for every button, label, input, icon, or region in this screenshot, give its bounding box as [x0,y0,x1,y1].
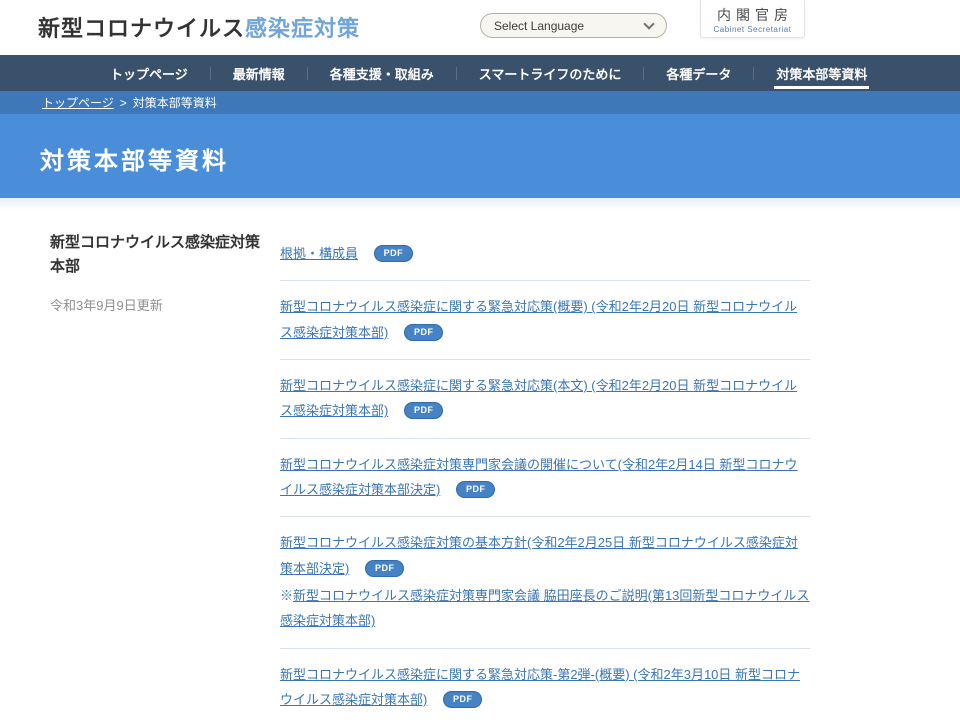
pdf-badge: PDF [374,245,414,262]
nav-divider [753,67,754,80]
breadcrumb: トップページ > 対策本部等資料 [0,91,960,114]
cabinet-logo-english: Cabinet Secretariat [701,25,804,34]
cabinet-logo-japanese: 内閣官房 [701,5,804,25]
site-header: 新型コロナウイルス感染症対策 Select Language 内閣官房 Cabi… [0,0,960,55]
nav-item-support[interactable]: 各種支援・取組み [330,55,434,91]
breadcrumb-current: 対策本部等資料 [133,94,217,111]
nav-divider [307,67,308,80]
list-item: 新型コロナウイルス感染症対策の基本方針(令和2年2月25日 新型コロナウイルス感… [280,517,810,648]
pdf-badge: PDF [404,402,444,419]
cabinet-secretariat-logo[interactable]: 内閣官房 Cabinet Secretariat [700,0,805,38]
nav-item-taskforce-materials[interactable]: 対策本部等資料 [776,55,867,91]
document-link[interactable]: 根拠・構成員 [280,246,358,261]
section-sidebar: 新型コロナウイルス感染症対策本部 令和3年9月9日更新 [50,231,268,314]
document-link[interactable]: 新型コロナウイルス感染症対策専門家会議 脇田座長のご説明(第13回新型コロナウイ… [280,588,809,628]
nav-divider [643,67,644,80]
list-item-note: ※新型コロナウイルス感染症対策専門家会議 脇田座長のご説明(第13回新型コロナウ… [280,583,810,634]
section-heading: 新型コロナウイルス感染症対策本部 [50,231,268,279]
pdf-badge: PDF [404,324,444,341]
document-link[interactable]: 新型コロナウイルス感染症に関する緊急対応策(概要) (令和2年2月20日 新型コ… [280,299,797,339]
nav-item-latest-info[interactable]: 最新情報 [233,55,285,91]
list-item: 新型コロナウイルス感染症に関する緊急対応策(本文) (令和2年2月20日 新型コ… [280,360,810,439]
document-list: 根拠・構成員 PDF 新型コロナウイルス感染症に関する緊急対応策(概要) (令和… [280,231,810,726]
breadcrumb-separator: > [120,96,127,110]
list-item: 新型コロナウイルス感染症対策専門家会議の開催について(令和2年2月14日 新型コ… [280,439,810,518]
document-link[interactable]: 新型コロナウイルス感染症対策の基本方針(令和2年2月25日 新型コロナウイルス感… [280,535,798,575]
page-title-banner: 対策本部等資料 [0,114,960,198]
site-title-main: 新型コロナウイルス [38,16,245,41]
site-title-accent: 感染症対策 [245,16,360,41]
nav-divider [456,67,457,80]
language-select[interactable]: Select Language [480,13,667,38]
pdf-badge: PDF [456,481,496,498]
page-title: 対策本部等資料 [0,114,960,176]
nav-item-data[interactable]: 各種データ [666,55,731,91]
list-item: 根拠・構成員 PDF [280,231,810,281]
document-link[interactable]: 新型コロナウイルス感染症に関する緊急対応策-第2弾-(概要) (令和2年3月10… [280,667,800,707]
site-title: 新型コロナウイルス感染症対策 [38,11,360,43]
nav-item-smart-life[interactable]: スマートライフのために [479,55,622,91]
list-item: 新型コロナウイルス感染症に関する緊急対応策-第2弾-(概要) (令和2年3月10… [280,649,810,726]
nav-divider [210,67,211,80]
note-prefix: ※ [280,588,293,603]
breadcrumb-home-link[interactable]: トップページ [42,94,114,111]
document-link[interactable]: 新型コロナウイルス感染症対策専門家会議の開催について(令和2年2月14日 新型コ… [280,457,797,497]
updated-date: 令和3年9月9日更新 [50,295,268,314]
nav-item-top-page[interactable]: トップページ [110,55,188,91]
pdf-badge: PDF [365,560,405,577]
chevron-down-icon [643,18,654,29]
list-item: 新型コロナウイルス感染症に関する緊急対応策(概要) (令和2年2月20日 新型コ… [280,281,810,360]
pdf-badge: PDF [443,691,483,708]
main-nav: トップページ 最新情報 各種支援・取組み スマートライフのために 各種データ 対… [0,55,960,91]
document-link[interactable]: 新型コロナウイルス感染症に関する緊急対応策(本文) (令和2年2月20日 新型コ… [280,378,797,418]
language-select-label: Select Language [494,19,584,33]
main-content: 新型コロナウイルス感染症対策本部 令和3年9月9日更新 根拠・構成員 PDF 新… [0,198,960,726]
